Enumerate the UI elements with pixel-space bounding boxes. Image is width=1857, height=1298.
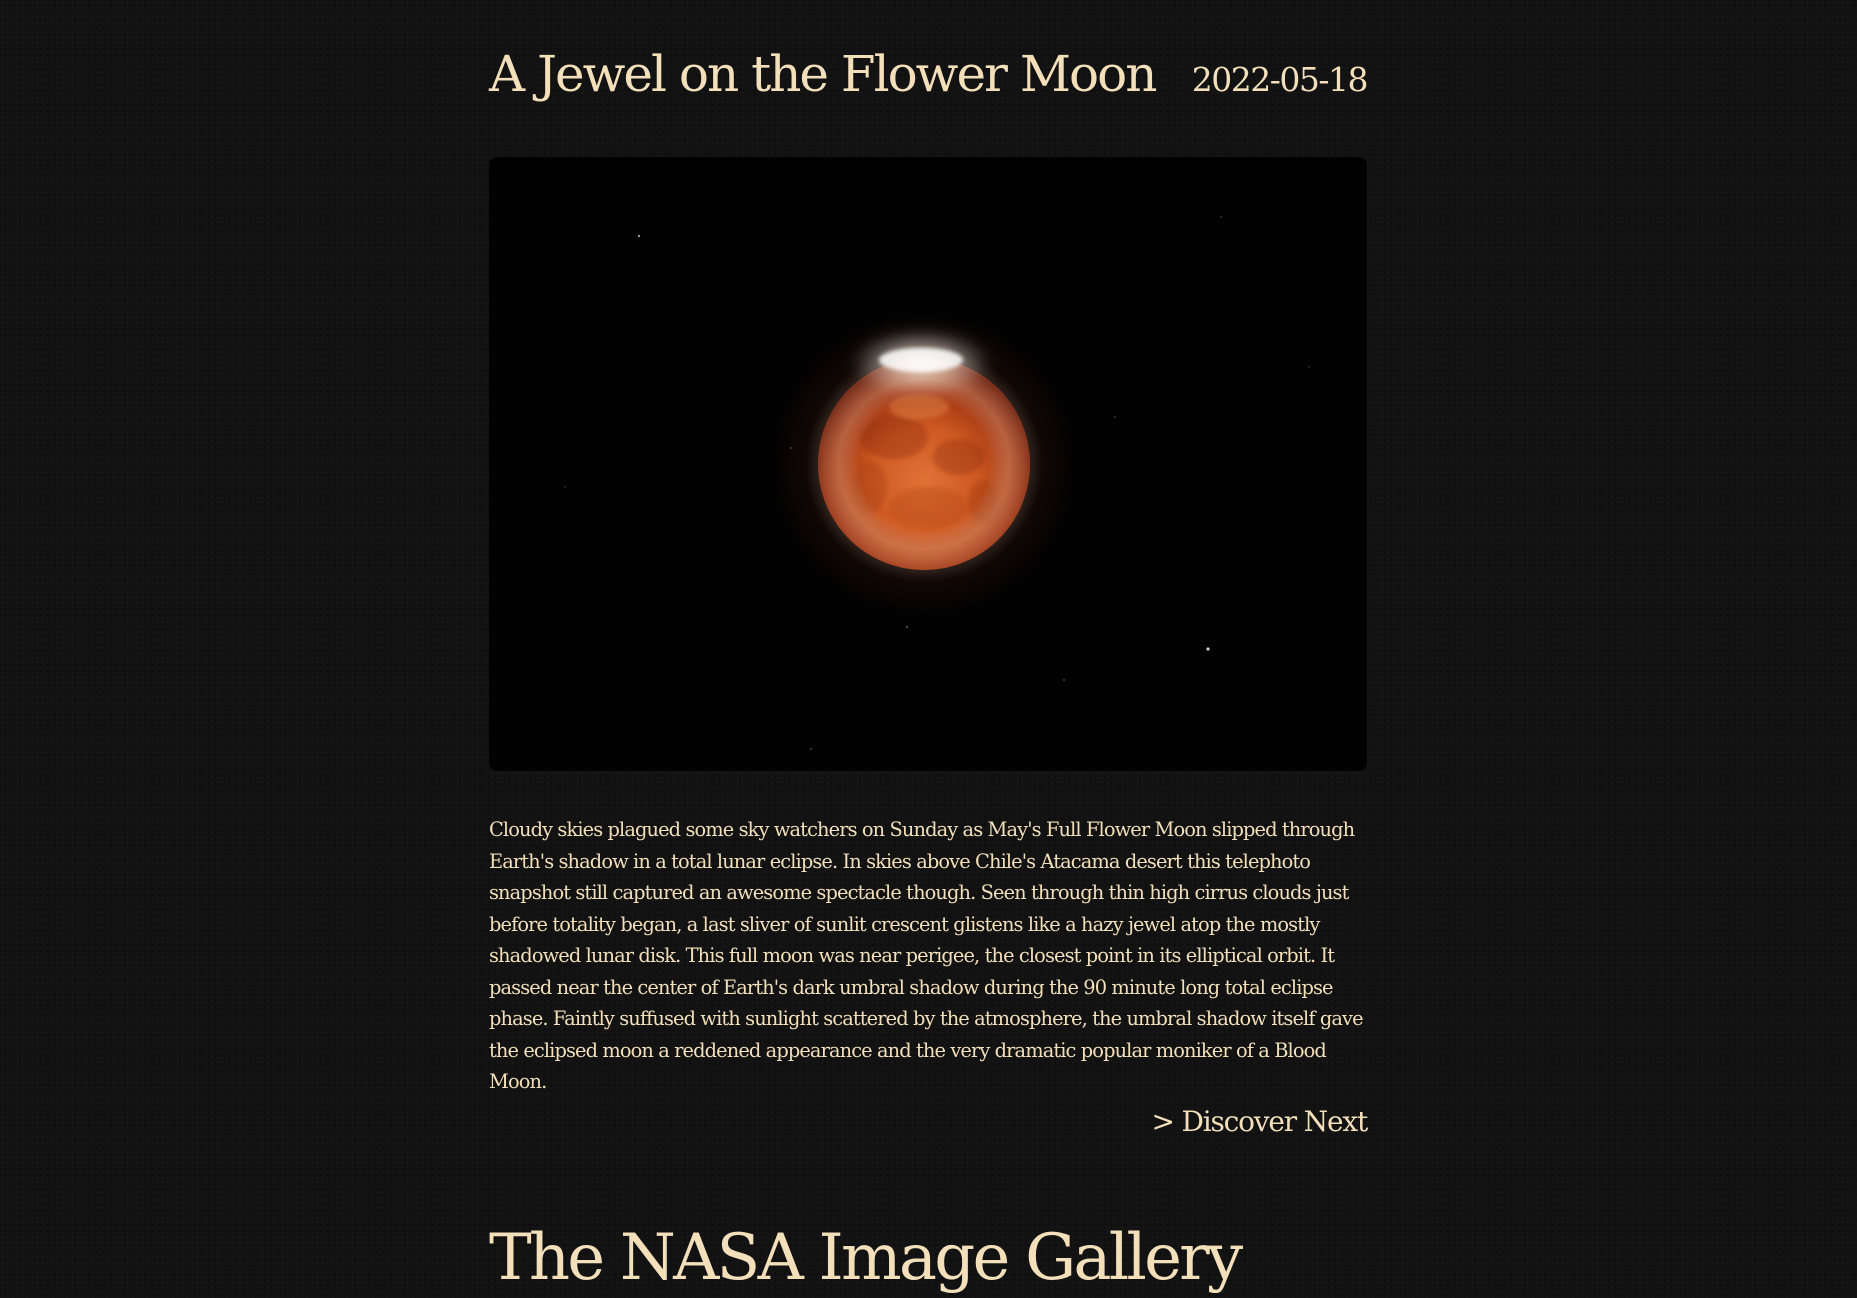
article-date: 2022-05-18 — [1191, 60, 1369, 99]
apod-image[interactable] — [489, 157, 1367, 771]
gallery-heading: The NASA Image Gallery — [489, 1221, 1243, 1295]
article-header: A Jewel on the Flower Moon 2022-05-18 — [489, 40, 1369, 110]
article-explanation: Cloudy skies plagued some sky watchers o… — [489, 818, 1364, 1093]
eclipse-photo — [489, 157, 1367, 771]
article-title: A Jewel on the Flower Moon — [489, 45, 1157, 103]
discover-next-link[interactable]: > Discover Next — [1152, 1104, 1369, 1140]
